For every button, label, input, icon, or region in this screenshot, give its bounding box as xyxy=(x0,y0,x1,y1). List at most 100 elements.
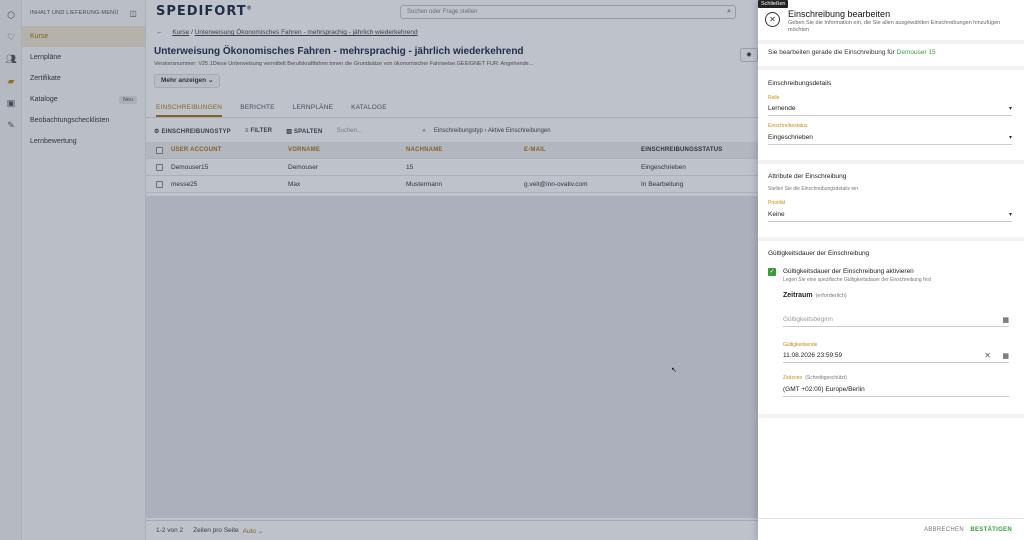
tab-berichte[interactable]: BERICHTE xyxy=(240,98,274,117)
columns-button[interactable]: ▥ SPALTEN xyxy=(286,128,322,135)
close-icon: ✕ xyxy=(769,15,776,24)
row-checkbox[interactable] xyxy=(156,180,163,188)
tools-icon[interactable]: ✎ xyxy=(0,114,22,136)
column-header[interactable]: NACHNAME xyxy=(406,147,524,153)
filter-chip[interactable]: Einschreibungstyp › Aktive Einschreibung… xyxy=(434,128,551,134)
breadcrumb: ← Kurse / Unterweisung Ökonomisches Fahr… xyxy=(156,29,418,36)
role-select[interactable]: Lernende ▾ xyxy=(768,105,1012,116)
sidebar-item-label: Lernbewertung xyxy=(30,138,77,145)
cancel-button[interactable]: ABBRECHEN xyxy=(924,527,964,533)
panel-footer: ABBRECHEN BESTÄTIGEN xyxy=(758,518,1024,540)
edit-enrollment-panel: Schließen ✕ Einschreibung bearbeiten Geb… xyxy=(758,0,1024,540)
divider xyxy=(758,414,1024,418)
panel-subtitle: Geben Sie die Information ein, die Sie a… xyxy=(788,20,1001,33)
dropdown-caret-icon: ▾ xyxy=(1008,212,1012,218)
sidebar-item-beobachtungschecklisten[interactable]: Beobachtungschecklisten xyxy=(22,110,145,131)
priority-label: Priorität xyxy=(768,200,786,206)
start-date-input[interactable]: Gültigkeitsbeginn ▦ xyxy=(783,316,1009,327)
filter-button[interactable]: ≡ FILTER xyxy=(245,128,272,134)
pagination-range: 1-2 von 2 xyxy=(156,527,184,534)
validity-section-title: Gültigkeitsdauer der Einschreibung xyxy=(768,250,870,257)
logo[interactable]: SPEDIFORT® xyxy=(156,4,253,19)
status-select[interactable]: Eingeschrieben ▾ xyxy=(768,134,1012,145)
rows-per-page-label: Zeilen pro Seite xyxy=(193,527,239,534)
calendar-icon[interactable]: ▦ xyxy=(1002,316,1009,324)
editing-user: Demouser 15 xyxy=(896,49,936,56)
show-more-button[interactable]: Mehr anzeigen ⌄ xyxy=(154,74,221,88)
dropdown-caret-icon: ▾ xyxy=(1008,106,1012,112)
dropdown-caret-icon: ▾ xyxy=(1008,135,1012,141)
column-header[interactable]: USER ACCOUNT xyxy=(171,147,288,153)
course-version: Versionsnummer: V25.1Diese Unterweisung … xyxy=(154,61,534,67)
cell-lastname: Mustermann xyxy=(406,180,443,188)
new-badge: Neu xyxy=(118,95,137,104)
tab-kataloge[interactable]: KATALOGE xyxy=(351,98,387,117)
search-input[interactable]: Suchen oder Frage stellen ⌕ xyxy=(400,5,736,19)
tab-lernplaene[interactable]: LERNPLÄNE xyxy=(293,98,333,117)
icon-rail: ⬡ ♡ 👥︎ ▰ ▣ ✎ xyxy=(0,0,22,540)
breadcrumb-root[interactable]: Kurse xyxy=(172,29,189,36)
image-icon[interactable]: ▣ xyxy=(0,92,22,114)
divider xyxy=(758,66,1024,70)
back-arrow-icon[interactable]: ← xyxy=(156,29,163,36)
row-checkbox[interactable] xyxy=(156,163,163,171)
sidebar-item-label: Lernpläne xyxy=(30,54,62,61)
close-tooltip: Schließen xyxy=(758,0,789,8)
timezone-field: (GMT +02:00) Europe/Berlin xyxy=(783,386,1009,397)
confirm-button[interactable]: BESTÄTIGEN xyxy=(970,527,1012,533)
collapse-menu-icon[interactable]: ◫ xyxy=(129,9,137,18)
divider xyxy=(758,40,1024,44)
side-action-button[interactable]: ◉ xyxy=(740,48,758,62)
end-date-input[interactable]: 11.08.2026 23:59:59 ✕ ▦ xyxy=(783,351,1009,363)
table-search-icon[interactable]: ⌕ xyxy=(422,128,425,135)
sidebar-item-kurse[interactable]: Kurse xyxy=(22,26,145,47)
end-date-label: Gültigkeitsende xyxy=(783,342,818,348)
rows-per-page-select[interactable]: Auto ⌄ xyxy=(243,527,264,535)
sidebar-item-lernbewertung[interactable]: Lernbewertung xyxy=(22,131,145,152)
page-title: Unterweisung Ökonomisches Fahren - mehrs… xyxy=(154,46,524,57)
search-icon[interactable]: ⌕ xyxy=(727,8,731,16)
clear-icon[interactable]: ✕ xyxy=(984,351,991,360)
sidebar-item-label: Kurse xyxy=(30,33,49,40)
sidebar-item-lernplaene[interactable]: Lernpläne xyxy=(22,47,145,68)
cell-user: messe25 xyxy=(171,180,198,188)
attributes-hint: Stellen Sie die Einschreibungsdetails ei… xyxy=(768,186,859,192)
calendar-icon[interactable]: ▦ xyxy=(1002,352,1009,360)
sidenav-title: INHALT UND LIEFERUNG-MENÜ xyxy=(30,10,119,16)
column-header[interactable]: E-MAIL xyxy=(524,147,641,153)
panel-title: Einschreibung bearbeiten xyxy=(788,9,891,19)
status-label: Einschreibestatus xyxy=(768,123,808,129)
tab-einschreibungen[interactable]: EINSCHREIBUNGEN xyxy=(156,98,223,117)
folder-icon[interactable]: ▰ xyxy=(0,70,22,92)
cell-lastname: 15 xyxy=(406,163,414,171)
editing-info: Sie bearbeiten gerade die Einschreibung … xyxy=(768,49,936,56)
details-section-title: Einschreibungsdetails xyxy=(768,80,832,87)
validity-checkbox-hint: Legen Sie eine spezifische Gültigkeitsda… xyxy=(783,277,932,283)
heart-icon[interactable]: ♡ xyxy=(0,26,22,48)
validity-checkbox[interactable]: ✓ xyxy=(768,268,776,276)
sidebar-item-label: Kataloge xyxy=(30,96,58,103)
enrollment-type-button[interactable]: ⚙ EINSCHREIBUNGSTYP xyxy=(154,128,231,135)
cell-email: g.veit@inn-ovativ.com xyxy=(524,180,588,188)
column-header[interactable]: VORNAME xyxy=(288,147,406,153)
sidebar-item-kataloge[interactable]: Kataloge Neu xyxy=(22,89,145,110)
close-button[interactable]: ✕ xyxy=(765,12,780,27)
table-search-input[interactable]: Suchen... xyxy=(336,128,416,134)
breadcrumb-current[interactable]: Unterweisung Ökonomisches Fahren - mehrs… xyxy=(195,29,418,36)
select-all-checkbox[interactable] xyxy=(156,146,163,154)
validity-checkbox-label: Gültigkeitsdauer der Einschreibung aktiv… xyxy=(783,268,914,275)
period-label: Zeitraum (erforderlich) xyxy=(783,292,847,299)
divider xyxy=(758,237,1024,241)
cell-firstname: Max xyxy=(288,180,301,188)
divider xyxy=(758,160,1024,164)
sidebar-item-label: Beobachtungschecklisten xyxy=(30,117,110,124)
priority-select[interactable]: Keine ▾ xyxy=(768,211,1012,222)
role-label: Rolle xyxy=(768,95,780,101)
sidebar-item-label: Zertifikate xyxy=(30,75,61,82)
side-navigation: INHALT UND LIEFERUNG-MENÜ ◫ Kurse Lernpl… xyxy=(22,0,146,540)
search-placeholder: Suchen oder Frage stellen xyxy=(407,9,478,15)
sidebar-item-zertifikate[interactable]: Zertifikate xyxy=(22,68,145,89)
users-icon[interactable]: 👥︎ xyxy=(0,48,22,70)
cell-user: Demouser15 xyxy=(171,163,209,171)
box-icon[interactable]: ⬡ xyxy=(0,4,22,26)
